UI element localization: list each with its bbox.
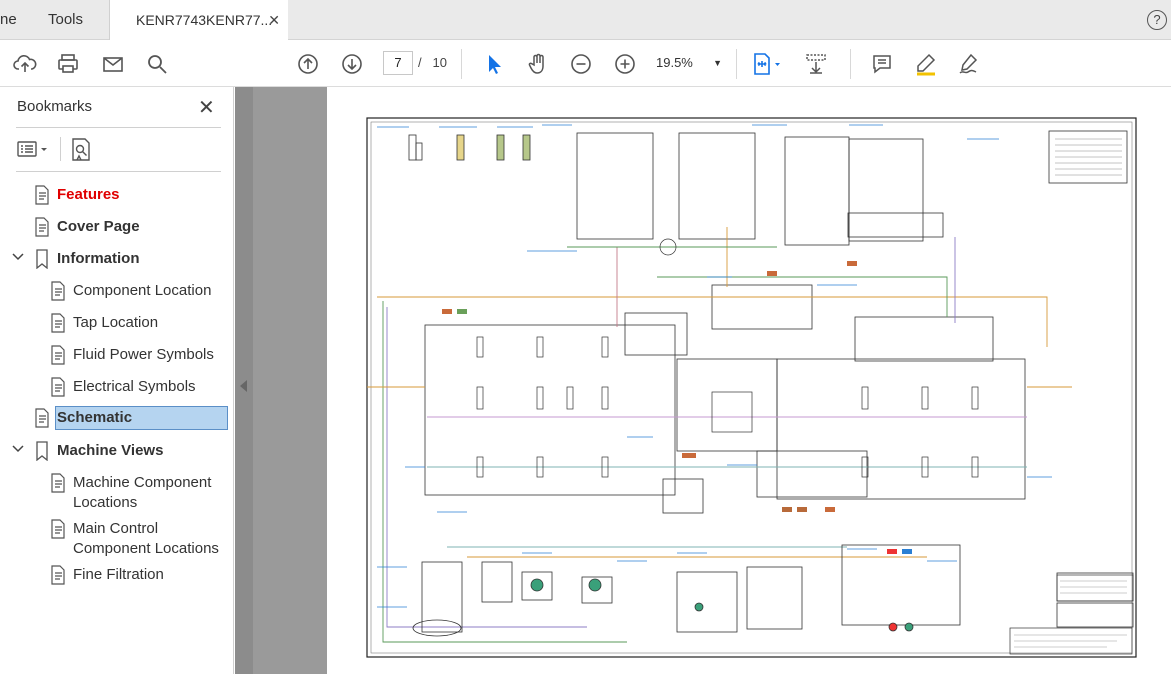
page-bookmark-icon — [51, 345, 65, 365]
bookmark-label: Machine Views — [57, 442, 164, 459]
tab-document-label: KENR7743KENR77... — [136, 12, 273, 28]
toolbar: 7 / 10 19.5% ▼ — [0, 41, 1171, 87]
page-bookmark-icon — [51, 519, 65, 539]
bookmark-label: Cover Page — [57, 218, 140, 235]
page-bookmark-icon — [35, 217, 49, 237]
search-icon[interactable] — [143, 50, 171, 78]
tab-document[interactable]: KENR7743KENR77... ✕ — [110, 0, 288, 41]
page-bookmark-icon — [51, 377, 65, 397]
bookmark-label-selected: Schematic — [55, 406, 228, 430]
highlight-pen-icon[interactable] — [912, 50, 940, 78]
zoom-level-select[interactable]: 19.5% ▼ — [656, 51, 726, 75]
tab-tools[interactable]: Tools — [22, 0, 110, 40]
page-bookmark-icon — [51, 565, 65, 585]
zoom-in-icon[interactable] — [611, 50, 639, 78]
previous-page-icon[interactable] — [294, 50, 322, 78]
bookmark-ribbon-icon — [36, 249, 48, 269]
print-icon[interactable] — [54, 50, 82, 78]
hydraulic-schematic — [366, 117, 1137, 658]
page-separator: / — [418, 55, 422, 70]
help-icon[interactable]: ? — [1147, 10, 1167, 30]
viewer-gutter — [253, 87, 327, 674]
bookmark-label: Fine Filtration — [73, 566, 164, 583]
bookmarks-title: Bookmarks — [17, 98, 93, 115]
zoom-out-icon[interactable] — [567, 50, 595, 78]
page-number-input[interactable]: 7 — [383, 51, 413, 75]
document-viewer[interactable] — [235, 87, 1171, 674]
chevron-down-icon[interactable] — [12, 252, 24, 264]
fit-page-icon[interactable] — [748, 50, 784, 78]
toolbar-divider — [461, 49, 462, 79]
bookmark-label: Main Control Component Locations — [73, 520, 219, 557]
bookmark-label: Component Location — [73, 282, 212, 299]
page-bookmark-icon — [51, 281, 65, 301]
bookmark-label: Machine Component Locations — [73, 474, 212, 511]
bookmark-label: Fluid Power Symbols — [73, 346, 214, 363]
total-pages: 10 — [432, 55, 447, 70]
divider — [60, 137, 61, 161]
bookmark-ribbon-icon — [36, 441, 48, 461]
select-cursor-icon[interactable] — [480, 50, 508, 78]
page-bookmark-icon — [51, 473, 65, 493]
toolbar-divider — [850, 49, 851, 79]
bookmark-label: Electrical Symbols — [73, 378, 196, 395]
email-icon[interactable] — [99, 50, 127, 78]
close-icon[interactable]: ✕ — [198, 95, 215, 120]
scrolling-mode-icon[interactable] — [802, 50, 830, 78]
bookmark-label: Tap Location — [73, 314, 159, 331]
tab-bar: ne Tools KENR7743KENR77... ✕ ? — [0, 0, 1171, 41]
bookmark-label: Information — [57, 250, 140, 267]
divider — [16, 171, 221, 172]
tab-home[interactable]: ne — [0, 0, 22, 40]
hand-tool-icon[interactable] — [524, 50, 552, 78]
toolbar-divider — [736, 49, 737, 79]
next-page-icon[interactable] — [338, 50, 366, 78]
page-bookmark-icon — [51, 313, 65, 333]
bookmark-label: Features — [57, 186, 120, 203]
zoom-level-value: 19.5% — [656, 55, 693, 70]
close-tab-icon[interactable]: ✕ — [268, 0, 280, 40]
page-total: / 10 — [418, 51, 447, 75]
bookmark-options-button[interactable] — [16, 135, 52, 163]
collapse-panel-icon[interactable] — [240, 380, 247, 392]
page-bookmark-icon — [35, 185, 49, 205]
divider — [16, 127, 221, 128]
page-bookmark-icon — [35, 408, 49, 428]
new-bookmark-icon[interactable] — [68, 135, 94, 163]
bookmarks-panel: Bookmarks ✕ Features Cover Page Informat… — [0, 87, 234, 674]
chevron-down-icon[interactable] — [12, 444, 24, 456]
chevron-down-icon: ▼ — [713, 58, 722, 68]
upload-cloud-icon[interactable] — [11, 50, 39, 78]
comment-icon[interactable] — [868, 50, 896, 78]
pdf-page[interactable] — [327, 87, 1171, 674]
draw-sign-icon[interactable] — [955, 50, 983, 78]
bookmark-schematic[interactable]: Schematic — [34, 406, 228, 431]
